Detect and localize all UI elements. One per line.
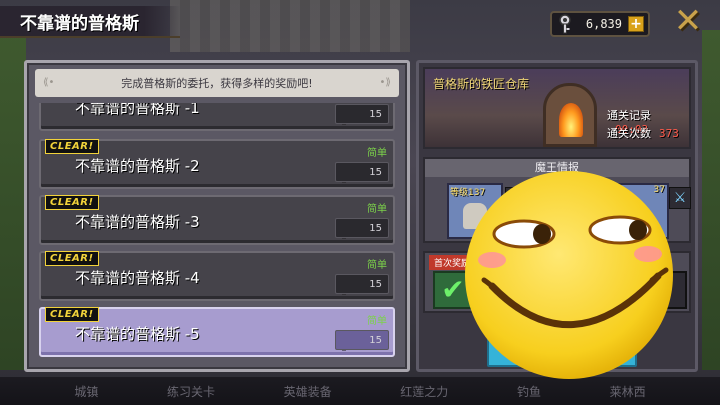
quest-cost: 15 bbox=[335, 330, 389, 350]
quest-cost: 15 bbox=[335, 104, 389, 124]
clear-badge: CLEAR! bbox=[45, 139, 99, 154]
quest-card-5[interactable]: CLEAR! 不靠谱的普格斯 -5 简单 15 bbox=[39, 307, 395, 357]
ornament-right-icon: •⟫ bbox=[379, 77, 391, 88]
quest-name: 不靠谱的普格斯 -5 bbox=[75, 325, 200, 343]
difficulty-label: 简单 bbox=[367, 204, 387, 215]
difficulty-label: 简单 bbox=[367, 148, 387, 159]
quest-cost: 15 bbox=[335, 218, 389, 238]
page-title-bar: 不靠谱的普格斯 bbox=[0, 6, 180, 38]
right-foliage-decor bbox=[702, 30, 720, 370]
quest-list[interactable]: 不靠谱的普格斯 -1 15 CLEAR! 不靠谱的普格斯 -2 简单 15 CL… bbox=[39, 103, 395, 359]
laughing-emoji bbox=[465, 171, 673, 379]
clear-record-label: 通关记录 bbox=[607, 109, 651, 122]
fire-icon bbox=[559, 103, 583, 137]
close-button[interactable]: ✕ bbox=[672, 4, 704, 38]
quest-card-3[interactable]: CLEAR! 不靠谱的普格斯 -3 简单 15 bbox=[39, 195, 395, 245]
stage-preview: 普格斯的铁匠仓库 通关记录00:03 通关次数 373 bbox=[423, 67, 691, 149]
clear-count-value: 373 bbox=[659, 127, 679, 140]
add-keys-button[interactable]: + bbox=[628, 16, 644, 32]
clear-count-label: 通关次数 bbox=[607, 127, 651, 140]
quest-card-4[interactable]: CLEAR! 不靠谱的普格斯 -4 简单 15 bbox=[39, 251, 395, 301]
nav-item-town[interactable]: 城镇 bbox=[74, 383, 98, 400]
nav-item-practice[interactable]: 练习关卡 bbox=[167, 383, 215, 400]
quest-card-1[interactable]: 不靠谱的普格斯 -1 15 bbox=[39, 103, 395, 131]
clear-badge: CLEAR! bbox=[45, 307, 99, 322]
key-count: 6,839 bbox=[585, 17, 622, 31]
notice-text: 完成普格斯的委托，获得多样的奖励吧! bbox=[121, 77, 313, 90]
page-title: 不靠谱的普格斯 bbox=[20, 13, 139, 34]
quest-notice: ⟪• 完成普格斯的委托，获得多样的奖励吧! •⟫ bbox=[35, 69, 399, 97]
quest-name: 不靠谱的普格斯 -3 bbox=[75, 213, 200, 231]
quest-list-panel: ⟪• 完成普格斯的委托，获得多样的奖励吧! •⟫ 不靠谱的普格斯 -1 15 C… bbox=[24, 60, 410, 372]
left-foliage-decor bbox=[0, 30, 26, 370]
nav-item-fishing[interactable]: 钓鱼 bbox=[517, 383, 541, 400]
key-icon bbox=[559, 14, 571, 34]
quest-name: 不靠谱的普格斯 -2 bbox=[75, 157, 200, 175]
quest-card-2[interactable]: CLEAR! 不靠谱的普格斯 -2 简单 15 bbox=[39, 139, 395, 189]
quest-name: 不靠谱的普格斯 -1 bbox=[75, 103, 200, 117]
clear-badge: CLEAR! bbox=[45, 195, 99, 210]
ornament-left-icon: ⟪• bbox=[43, 77, 55, 88]
key-currency-display: 6,839 + bbox=[550, 11, 650, 37]
nav-item-power[interactable]: 红莲之力 bbox=[400, 383, 448, 400]
clear-badge: CLEAR! bbox=[45, 251, 99, 266]
nav-item-other[interactable]: 莱林西 bbox=[610, 383, 646, 400]
quest-cost: 15 bbox=[335, 162, 389, 182]
difficulty-label: 简单 bbox=[367, 260, 387, 271]
stage-name: 普格斯的铁匠仓库 bbox=[433, 77, 530, 91]
quest-cost: 15 bbox=[335, 274, 389, 294]
castle-wall-decor bbox=[170, 0, 410, 52]
nav-item-equipment[interactable]: 英雄装备 bbox=[284, 383, 332, 400]
clear-count: 通关次数 373 bbox=[607, 125, 679, 141]
quest-name: 不靠谱的普格斯 -4 bbox=[75, 269, 200, 287]
difficulty-label: 简单 bbox=[367, 316, 387, 327]
